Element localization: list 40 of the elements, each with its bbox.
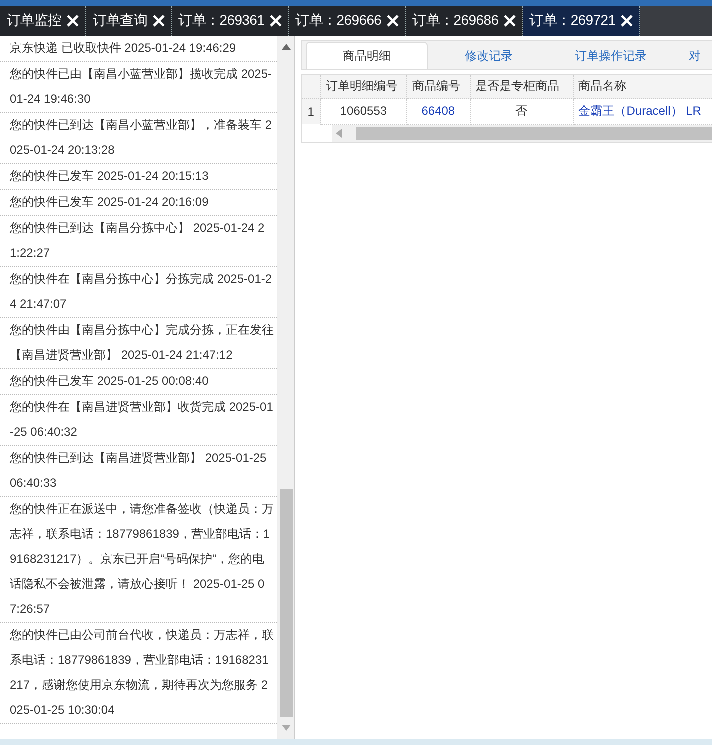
tab[interactable]: 订单：269721 xyxy=(522,6,640,36)
horizontal-scrollbar[interactable] xyxy=(332,124,712,142)
column-header: 是否是专柜商品 xyxy=(470,75,574,98)
detail-tab[interactable]: 商品明细 xyxy=(306,42,428,69)
tracking-entry: 您的快件已到达【南昌小蓝营业部】，准备装车 2025-01-24 20:13:28 xyxy=(0,113,277,164)
tab[interactable]: 订单查询 xyxy=(86,6,172,36)
row-number: 1 xyxy=(302,98,321,124)
tab[interactable]: 订单监控 xyxy=(0,6,86,36)
close-icon[interactable] xyxy=(152,15,165,27)
detail-tab[interactable]: 订单操作记录 xyxy=(550,42,672,69)
close-icon[interactable] xyxy=(386,15,399,27)
tracking-entry: 您的快件在【南昌进贤营业部】收货完成 2025-01-25 06:40:32 xyxy=(0,395,277,446)
close-icon[interactable] xyxy=(504,15,516,27)
column-header: 商品编号 xyxy=(406,75,470,98)
tab[interactable]: 订单：269361 xyxy=(172,6,289,36)
tracking-entry: 您的快件在【南昌分拣中心】分拣完成 2025-01-24 21:47:07 xyxy=(0,267,277,318)
table-link[interactable]: 金霸王（Duracell） LR xyxy=(573,98,712,124)
tracking-entry: 您的快件已发车 2025-01-24 20:16:09 xyxy=(0,190,277,216)
tracking-entry: 京东快递 已收取快件 2025-01-24 19:46:29 xyxy=(0,36,277,62)
tracking-entry: 您的快件由【南昌分拣中心】完成分拣，正在发往【南昌进贤营业部】 2025-01-24 21:47:12 xyxy=(0,318,277,369)
close-icon[interactable] xyxy=(66,15,79,27)
column-header: 订单明细编号 xyxy=(320,75,407,98)
tracking-entry: 您的快件已到达【南昌分拣中心】 2025-01-24 21:22:27 xyxy=(0,216,277,267)
tab[interactable]: 订单：269686 xyxy=(406,6,523,36)
scroll-up-icon[interactable] xyxy=(282,44,290,50)
table-cell: 否 xyxy=(470,98,574,124)
table-link[interactable]: 66408 xyxy=(406,98,470,124)
tracking-entry: 您的快件已发车 2025-01-25 00:08:40 xyxy=(0,369,277,395)
detail-tab[interactable]: 对 xyxy=(672,42,702,69)
table-cell: 1060553 xyxy=(320,98,407,124)
column-header: 商品名称 xyxy=(573,75,712,98)
tracking-entry: 您的快件正在派送中，请您准备签收（快递员：万志祥，联系电话：18779861839，营业部电话：19168231217）。京东已开启“号码保护”，您的电话隐私不会被泄露，请放心接听！ 2025-01-25 07:26:57 xyxy=(0,497,277,623)
tracking-entry: 您的快件已发车 2025-01-24 20:15:13 xyxy=(0,164,277,190)
tracking-entry: 您的快件已到达【南昌进贤营业部】 2025-01-25 06:40:33 xyxy=(0,446,277,497)
close-icon[interactable] xyxy=(270,15,282,27)
tracking-entry: 您的快件已由公司前台代收，快递员：万志祥，联系电话：18779861839，营业部电话：19168231217，感谢您使用京东物流，期待再次为您服务 2025-01-25 10:30:04 xyxy=(0,623,277,724)
close-icon[interactable] xyxy=(620,15,633,27)
tracking-entry: 您的快件已由【南昌小蓝营业部】揽收完成 2025-01-24 19:46:30 xyxy=(0,62,277,113)
detail-tab[interactable]: 修改记录 xyxy=(428,42,550,69)
tab[interactable]: 订单：269666 xyxy=(288,6,406,36)
